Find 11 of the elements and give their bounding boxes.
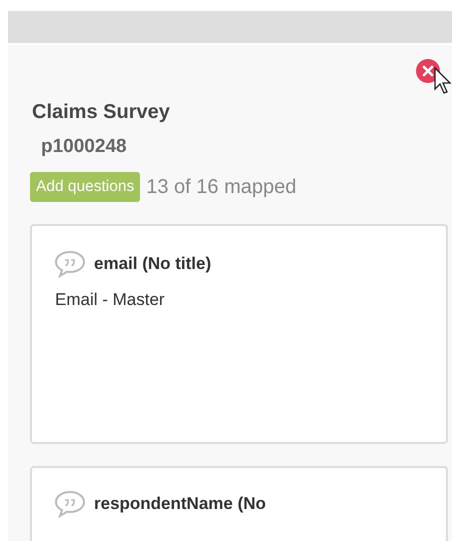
question-mapping: Email - Master [55,290,166,310]
close-icon [422,65,434,77]
question-card[interactable]: email (No title) Email - Master [30,224,448,444]
speech-bubble-icon [54,250,86,278]
question-name: respondentName (No [94,494,266,514]
survey-id: p1000248 [41,136,128,158]
question-card[interactable]: respondentName (No [30,466,448,541]
mapped-count: 13 of 16 mapped [146,176,296,198]
question-name: email (No title) [94,254,212,274]
speech-bubble-icon [54,490,86,518]
survey-title: Claims Survey [32,101,171,124]
